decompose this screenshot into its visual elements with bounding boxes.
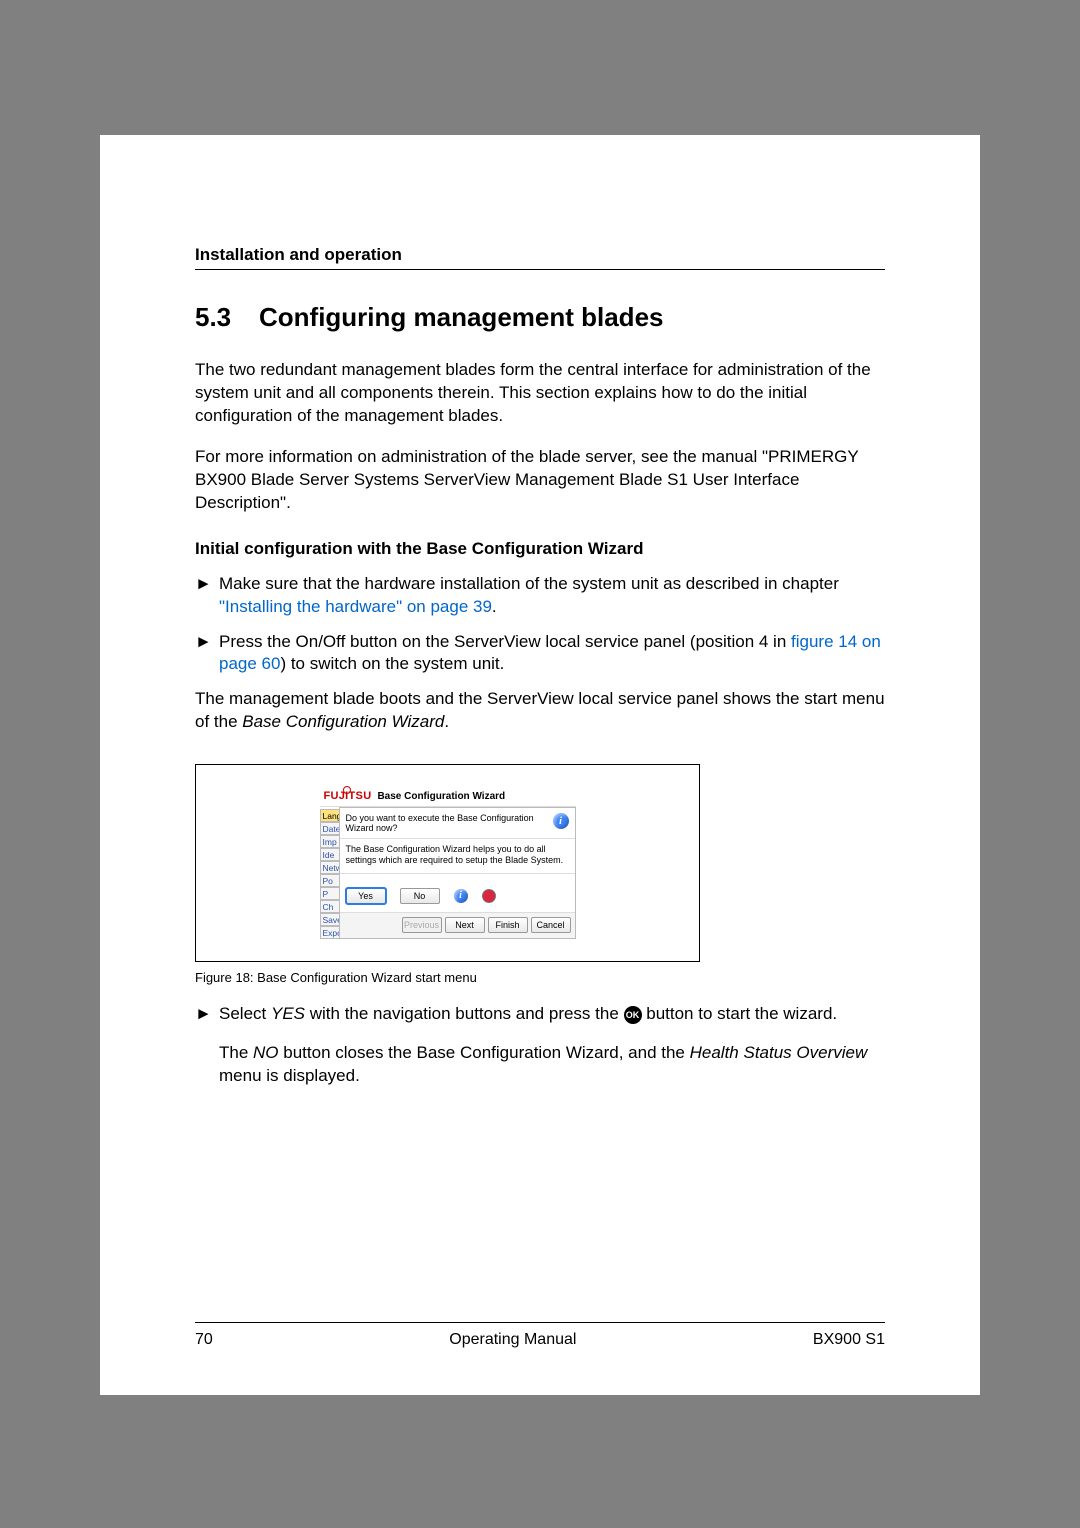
bullet-1-text-post: . (492, 597, 497, 616)
boot-para-post: . (444, 712, 449, 731)
no-para-mid: button closes the Base Configuration Wiz… (283, 1043, 689, 1062)
bullet-marker-icon: ► (195, 631, 219, 677)
nav-info-icon[interactable]: i (454, 889, 468, 903)
next-button[interactable]: Next (445, 917, 485, 933)
boot-para-wizard-name: Base Configuration Wizard (242, 712, 444, 731)
link-installing-hardware[interactable]: "Installing the hardware" on page 39 (219, 597, 492, 616)
bullet-1: ► Make sure that the hardware installati… (195, 573, 885, 619)
moreinfo-paragraph: For more information on administration o… (195, 446, 885, 515)
wizard-question: Do you want to execute the Base Configur… (346, 813, 553, 833)
figure-caption: Figure 18: Base Configuration Wizard sta… (195, 970, 477, 985)
bullet-1-text-pre: Make sure that the hardware installation… (219, 574, 839, 593)
heading-title: Configuring management blades (259, 302, 664, 332)
no-button[interactable]: No (400, 888, 440, 904)
intro-paragraph: The two redundant management blades form… (195, 359, 885, 428)
page: Installation and operation 5.3Configurin… (100, 135, 980, 1395)
footer-right: BX900 S1 (813, 1331, 885, 1349)
footer-center: Operating Manual (449, 1331, 576, 1349)
finish-button[interactable]: Finish (488, 917, 528, 933)
ok-icon: OK (624, 1006, 642, 1024)
no-para-post: menu is displayed. (219, 1066, 360, 1085)
yes-button[interactable]: Yes (346, 888, 386, 904)
page-footer: 70 Operating Manual BX900 S1 (195, 1322, 885, 1349)
select-yes-pre: Select (219, 1004, 271, 1023)
boot-paragraph: The management blade boots and the Serve… (195, 688, 885, 734)
wizard-panel: FUJITSU Base Configuration Wizard Lang D… (320, 788, 576, 939)
nav-red-icon[interactable] (482, 889, 496, 903)
bullet-2-text-post: ) to switch on the system unit. (280, 654, 504, 673)
wizard-title: Base Configuration Wizard (377, 791, 505, 802)
bullet-3: ► Select YES with the navigation buttons… (195, 1003, 885, 1088)
no-para-pre: The (219, 1043, 253, 1062)
bullet-marker-icon: ► (195, 573, 219, 619)
no-para-em1: NO (253, 1043, 279, 1062)
bullet-marker-icon: ► (195, 1003, 219, 1088)
bullet-2: ► Press the On/Off button on the ServerV… (195, 631, 885, 677)
footer-page-number: 70 (195, 1331, 213, 1349)
heading-number: 5.3 (195, 302, 259, 333)
select-yes-post: button to start the wizard. (646, 1004, 837, 1023)
info-icon[interactable]: i (553, 813, 569, 829)
bullet-2-text-pre: Press the On/Off button on the ServerVie… (219, 632, 791, 651)
wizard-description: The Base Configuration Wizard helps you … (340, 839, 575, 874)
previous-button[interactable]: Previous (402, 917, 442, 933)
figure-18: FUJITSU Base Configuration Wizard Lang D… (195, 764, 700, 962)
wizard-dialog: Do you want to execute the Base Configur… (339, 807, 576, 939)
select-yes-mid: with the navigation buttons and press th… (310, 1004, 624, 1023)
running-header: Installation and operation (195, 245, 885, 270)
select-yes-em: YES (271, 1004, 305, 1023)
subheading: Initial configuration with the Base Conf… (195, 539, 885, 559)
cancel-button[interactable]: Cancel (531, 917, 571, 933)
heading-5-3: 5.3Configuring management blades (195, 302, 885, 333)
fujitsu-logo: FUJITSU (324, 790, 372, 802)
no-para-em2: Health Status Overview (690, 1043, 868, 1062)
